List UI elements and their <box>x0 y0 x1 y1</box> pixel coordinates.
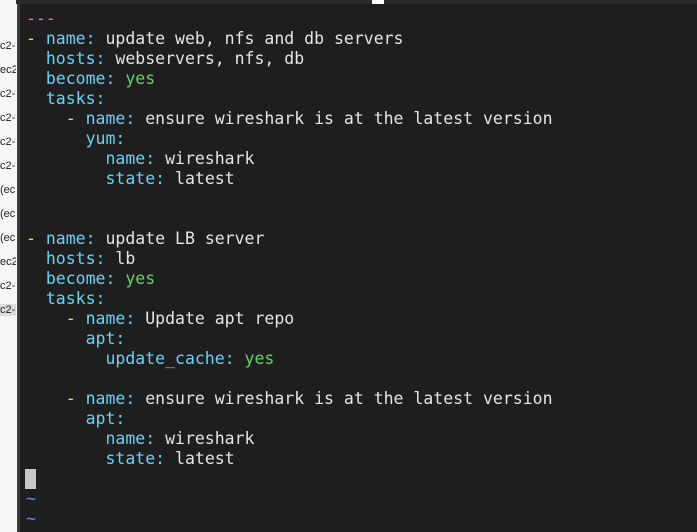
code-token: hosts: <box>26 249 106 268</box>
background-list-item[interactable]: c2- <box>0 136 15 148</box>
code-token: name: <box>85 109 136 128</box>
code-token: name: <box>26 149 156 168</box>
code-token: ensure wireshark is at the latest versio… <box>135 109 553 128</box>
editor-line: state: latest <box>26 449 235 469</box>
editor-line: update_cache: yes <box>26 349 274 369</box>
editor-line: ~ <box>26 509 36 529</box>
code-token: Update apt repo <box>135 309 295 328</box>
code-token: - <box>26 109 86 128</box>
empty-line-marker: ~ <box>26 509 36 528</box>
background-list-item[interactable]: ec2 <box>0 64 16 76</box>
code-token: latest <box>165 169 235 188</box>
code-token: name: <box>45 229 96 248</box>
editor-line: state: latest <box>26 169 235 189</box>
code-token: name: <box>26 429 156 448</box>
editor-line: tasks: <box>26 89 106 109</box>
code-token: tasks: <box>26 289 106 308</box>
code-token: wireshark <box>155 149 255 168</box>
editor-line: --- <box>26 9 56 29</box>
editor-line: name: wireshark <box>26 149 254 169</box>
editor-line: - name: update LB server <box>26 229 264 249</box>
editor-line: become: yes <box>26 269 155 289</box>
code-token: yes <box>234 349 275 368</box>
code-token: hosts: <box>26 49 106 68</box>
background-list-item[interactable]: c2- <box>0 88 15 100</box>
code-token: latest <box>165 449 235 468</box>
editor-line: - name: ensure wireshark is at the lates… <box>26 389 553 409</box>
code-token: update_cache: <box>26 349 235 368</box>
background-list-item[interactable]: c2- <box>0 112 15 124</box>
code-token: --- <box>26 9 56 28</box>
code-token: become: <box>26 269 116 288</box>
editor-line: ~ <box>26 489 36 509</box>
editor-line: become: yes <box>26 69 155 89</box>
text-cursor <box>25 469 36 489</box>
background-list-item[interactable]: c2-u <box>0 304 16 316</box>
code-token: ensure wireshark is at the latest versio… <box>135 389 553 408</box>
editor-line: yum: <box>26 129 126 149</box>
background-list-item[interactable]: ec2 <box>0 256 16 268</box>
code-token: wireshark <box>155 429 255 448</box>
code-token: name: <box>85 309 136 328</box>
background-list-item[interactable]: c2- <box>0 280 15 292</box>
code-token: - <box>26 29 46 48</box>
code-token: name: <box>45 29 96 48</box>
background-window-list[interactable]: c2- ec2 c2- c2- c2- c2- (ec (ec (ec ec2 c2- c2-u <box>0 0 16 532</box>
editor-line: - name: ensure wireshark is at the lates… <box>26 109 553 129</box>
code-token: update LB server <box>95 229 265 248</box>
editor-line: - name: Update apt repo <box>26 309 295 329</box>
background-list-item[interactable]: c2- <box>0 160 15 172</box>
background-list-item[interactable]: c2- <box>0 40 15 52</box>
code-token: - <box>26 309 86 328</box>
code-token: apt: <box>26 329 126 348</box>
editor-line: - name: update web, nfs and db servers <box>26 29 404 49</box>
background-list-item[interactable]: (ec <box>0 184 15 196</box>
code-token: state: <box>26 169 166 188</box>
code-token: yes <box>115 269 156 288</box>
code-token: name: <box>85 389 136 408</box>
background-list-item[interactable]: (ec <box>0 232 15 244</box>
code-token: yes <box>115 69 156 88</box>
vim-editor-terminal[interactable]: --- - name: update web, nfs and db server… <box>17 4 697 532</box>
code-token: - <box>26 389 86 408</box>
editor-line: hosts: lb <box>26 249 135 269</box>
code-token: become: <box>26 69 116 88</box>
editor-line: name: wireshark <box>26 429 254 449</box>
code-token: state: <box>26 449 166 468</box>
editor-line: hosts: webservers, nfs, db <box>26 49 304 69</box>
code-token: - <box>26 229 46 248</box>
editor-line: apt: <box>26 329 126 349</box>
code-token: lb <box>105 249 136 268</box>
editor-line: tasks: <box>26 289 106 309</box>
code-token: webservers, nfs, db <box>105 49 305 68</box>
code-token: tasks: <box>26 89 106 108</box>
background-list-item[interactable]: (ec <box>0 208 15 220</box>
empty-line-marker: ~ <box>26 489 36 508</box>
code-token: apt: <box>26 409 126 428</box>
editor-line: apt: <box>26 409 126 429</box>
code-token: update web, nfs and db servers <box>95 29 404 48</box>
code-token: yum: <box>26 129 126 148</box>
